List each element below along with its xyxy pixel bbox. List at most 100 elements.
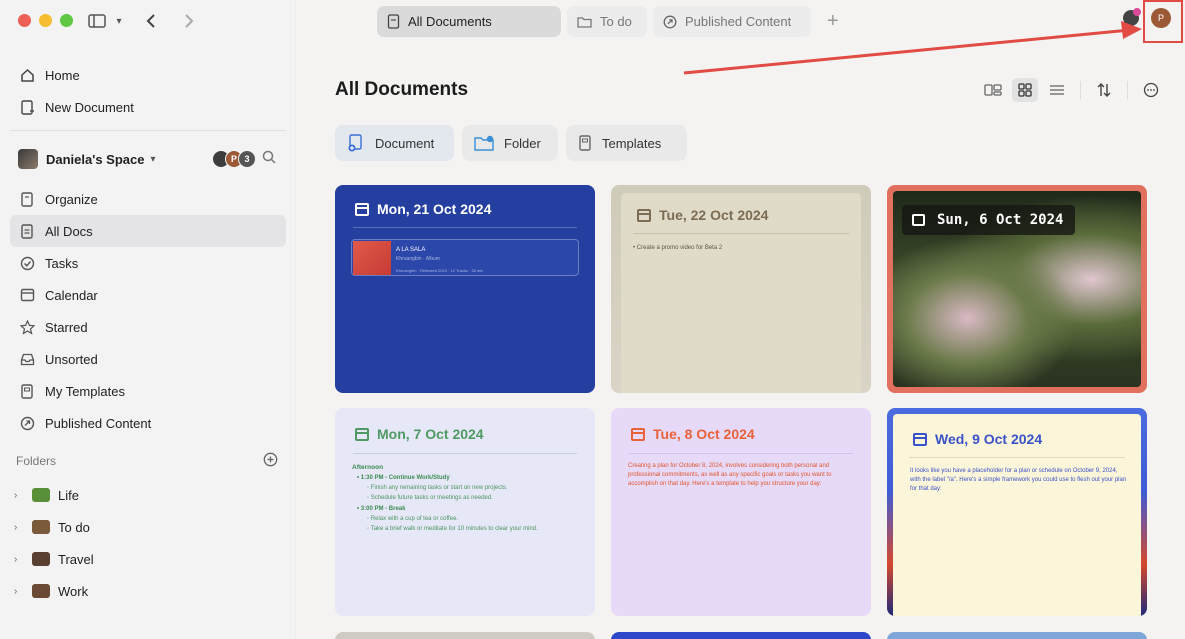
chevron-down-icon[interactable]: ▾: [114, 11, 124, 31]
document-card[interactable]: Tue, 22 Oct 2024 • Create a promo video …: [611, 185, 871, 393]
sidebar-toggle-icon[interactable]: [86, 11, 108, 31]
search-icon[interactable]: [262, 150, 276, 169]
organize-icon: [18, 190, 36, 208]
card-date: Sun, 6 Oct 2024: [902, 205, 1076, 235]
card-list-item: • 3:00 PM - Break: [357, 506, 406, 512]
calendar-icon: [913, 432, 927, 446]
board-view-icon[interactable]: [980, 78, 1006, 102]
sidebar-item-all-docs[interactable]: All Docs: [10, 215, 286, 247]
sidebar-item-organize[interactable]: Organize: [10, 183, 286, 215]
folder-travel[interactable]: › Travel: [14, 543, 290, 575]
create-button-label: Templates: [602, 135, 662, 151]
sidebar-item-new-document[interactable]: New Document: [10, 91, 286, 123]
sidebar-item-my-templates[interactable]: My Templates: [10, 375, 286, 407]
embed-meta: Khruangbin · Released 2024 · 12 Tracks ·…: [396, 268, 484, 273]
sidebar-item-label: Calendar: [45, 287, 98, 303]
close-window-button[interactable]: [18, 14, 31, 27]
divider: [353, 453, 577, 454]
sidebar-item-calendar[interactable]: Calendar: [10, 279, 286, 311]
embed-subtitle: Khruangbin · Album: [396, 256, 440, 262]
document-card[interactable]: Mon, 21 Oct 2024 A LA SALA Khruangbin · …: [335, 185, 595, 393]
add-tab-button[interactable]: +: [827, 6, 839, 37]
grid-view-icon[interactable]: [1012, 78, 1038, 102]
new-document-button[interactable]: Document: [335, 125, 454, 161]
tab-label: To do: [600, 14, 632, 29]
list-view-icon[interactable]: [1044, 78, 1070, 102]
publish-icon: [18, 414, 36, 432]
sidebar-top-nav: Home New Document: [10, 59, 286, 123]
sidebar-item-label: My Templates: [45, 383, 125, 399]
document-card[interactable]: Mon, 7 Oct 2024 Afternoon • 1:30 PM - Co…: [335, 408, 595, 616]
sidebar-item-published-content[interactable]: Published Content: [10, 407, 286, 439]
card-date-label: Tue, 8 Oct 2024: [653, 426, 755, 442]
sidebar-nav: Organize All Docs Tasks Calendar Starred…: [10, 183, 286, 439]
card-list-item: ◦ Relax with a cup of tea or coffee.: [367, 516, 459, 522]
music-embed[interactable]: A LA SALA Khruangbin · Album Khruangbin …: [351, 239, 579, 276]
tab-to-do[interactable]: To do: [567, 6, 647, 37]
folder-label: Work: [58, 583, 89, 599]
document-card[interactable]: [611, 632, 871, 639]
folder-work[interactable]: › Work: [14, 575, 290, 607]
minimize-window-button[interactable]: [39, 14, 52, 27]
page-title: All Documents: [335, 79, 469, 100]
card-text: Creating a plan for October 8, 2024, inv…: [628, 463, 832, 487]
templates-button[interactable]: Templates: [566, 125, 687, 161]
card-list-item: • 1:30 PM - Continue Work/Study: [357, 475, 450, 481]
template-icon: [578, 135, 592, 151]
document-card[interactable]: Tue, 8 Oct 2024 Creating a plan for Octo…: [611, 408, 871, 616]
card-date: Mon, 21 Oct 2024: [355, 201, 491, 217]
new-folder-button[interactable]: Folder: [462, 125, 558, 161]
sidebar-item-label: Published Content: [45, 415, 152, 431]
document-card[interactable]: Sun, 6 Oct 2024: [887, 185, 1147, 393]
folders-list: › Life › To do › Travel › Work: [14, 479, 290, 607]
zoom-window-button[interactable]: [60, 14, 73, 27]
chevron-right-icon[interactable]: ›: [14, 490, 28, 501]
folders-header: Folders: [16, 452, 278, 470]
card-list-text: Relax with a cup of tea or coffee.: [370, 516, 459, 522]
tab-all-documents[interactable]: All Documents: [377, 6, 561, 37]
card-list-item: ◦ Finish any remaining tasks or start on…: [367, 485, 508, 491]
folder-life[interactable]: › Life: [14, 479, 290, 511]
document-card[interactable]: Wed, 9 Oct 2024 It looks like you have a…: [887, 408, 1147, 616]
divider: [633, 233, 849, 234]
calendar-icon: [631, 427, 645, 441]
folder-icon: [474, 135, 494, 151]
card-date: Tue, 8 Oct 2024: [631, 426, 755, 442]
document-icon: [387, 14, 400, 29]
chevron-down-icon: ▾: [150, 153, 156, 165]
sort-icon[interactable]: [1091, 78, 1117, 102]
forward-button[interactable]: [178, 11, 200, 31]
sidebar-item-starred[interactable]: Starred: [10, 311, 286, 343]
chevron-right-icon[interactable]: ›: [14, 554, 28, 565]
document-card[interactable]: [335, 632, 595, 639]
card-list-text: Schedule future tasks or meetings as nee…: [370, 495, 493, 501]
card-heading: Afternoon: [352, 464, 384, 471]
view-controls: [980, 78, 1164, 102]
card-date: Wed, 9 Oct 2024: [913, 431, 1042, 447]
album-cover: [353, 241, 391, 275]
sidebar-item-unsorted[interactable]: Unsorted: [10, 343, 286, 375]
card-date: Tue, 22 Oct 2024: [637, 207, 768, 223]
document-card[interactable]: [887, 632, 1147, 639]
space-members[interactable]: P 3: [212, 150, 256, 168]
folder-label: Travel: [58, 551, 94, 567]
add-folder-icon[interactable]: [263, 452, 278, 470]
sidebar-item-tasks[interactable]: Tasks: [10, 247, 286, 279]
more-options-icon[interactable]: [1138, 78, 1164, 102]
back-button[interactable]: [140, 11, 162, 31]
chevron-right-icon[interactable]: ›: [14, 522, 28, 533]
card-list-item: ◦ Take a brief walk or meditate for 10 m…: [367, 526, 538, 532]
divider: [1080, 81, 1081, 99]
tab-label: Published Content: [685, 14, 792, 29]
space-switcher[interactable]: Daniela's Space ▾ P 3: [10, 144, 286, 174]
docs-icon: [18, 222, 36, 240]
folder-to-do[interactable]: › To do: [14, 511, 290, 543]
card-bullet-text: Create a promo video for Beta 2: [636, 245, 723, 251]
sidebar-item-home[interactable]: Home: [10, 59, 286, 91]
divider: [1127, 81, 1128, 99]
chevron-right-icon[interactable]: ›: [14, 586, 28, 597]
calendar-icon: [355, 427, 369, 441]
theme-toggle-icon[interactable]: [1123, 8, 1141, 26]
tab-published-content[interactable]: Published Content: [653, 6, 811, 37]
folder-emoji-icon: [32, 520, 50, 534]
